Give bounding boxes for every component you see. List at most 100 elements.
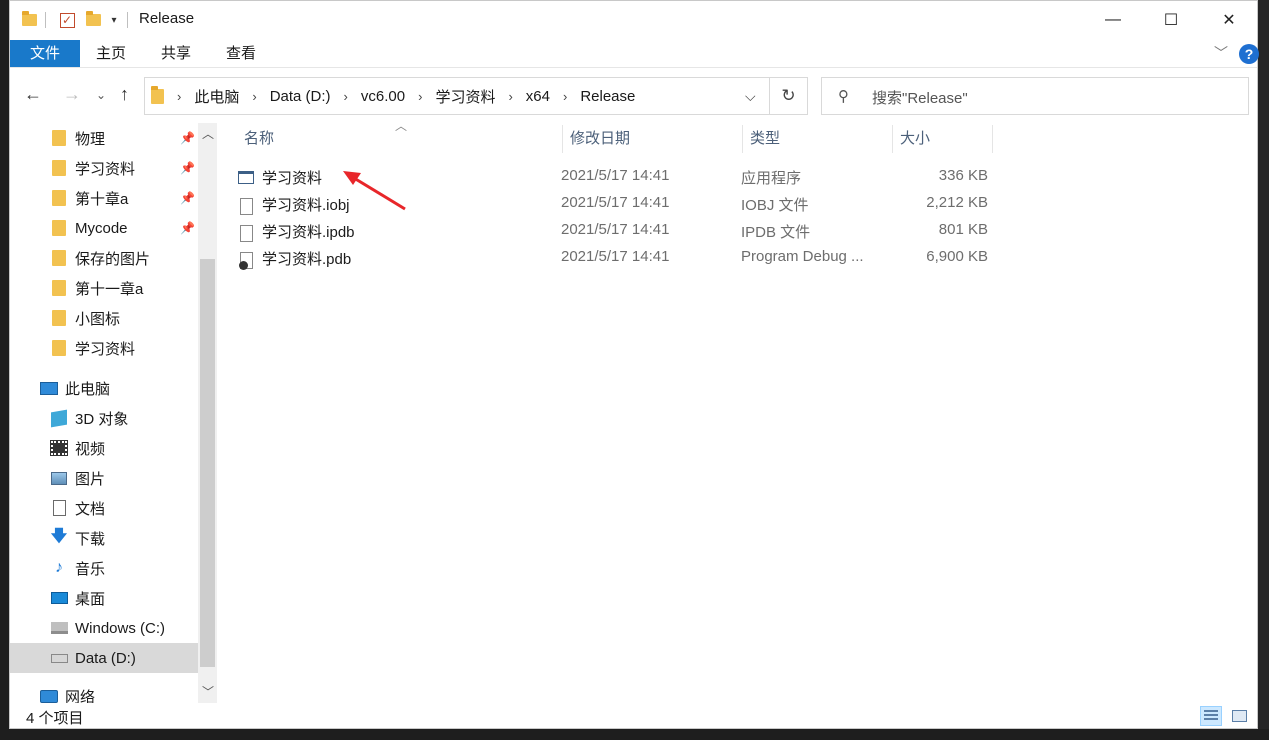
scroll-down-icon[interactable]: ﹀: [202, 683, 214, 700]
background-editor-right: [1258, 0, 1269, 740]
recent-locations-icon[interactable]: ⌄: [96, 88, 106, 102]
sort-ascending-icon: ︿: [395, 119, 408, 133]
file-explorer-window: ✓ ▾ Release — ☐ ✕ 文件 主页 共享 查看 ﹀ ? ← → ⌄ …: [9, 0, 1259, 729]
search-icon: ⚲: [838, 88, 849, 105]
forward-arrow-icon[interactable]: →: [63, 84, 81, 105]
tab-home[interactable]: 主页: [96, 40, 126, 67]
nav-item-documents[interactable]: 文档: [10, 493, 198, 523]
quick-access-dropdown-icon[interactable]: ▾: [108, 11, 120, 29]
pin-icon: 📌: [180, 131, 195, 145]
chevron-right-icon[interactable]: ›: [252, 89, 256, 104]
pdb-icon: [238, 248, 254, 270]
crumb-this-pc[interactable]: 此电脑: [194, 86, 239, 107]
pin-icon: 📌: [180, 221, 195, 235]
nav-item-study-2[interactable]: 学习资料: [10, 333, 198, 363]
crumb-release[interactable]: Release: [580, 88, 635, 105]
nav-item-small-icons[interactable]: 小图标: [10, 303, 198, 333]
address-row: ← → ⌄ ↑ › 此电脑 › Data (D:) › vc6.00 › 学习资…: [10, 67, 1257, 123]
cube-3d-icon: [50, 409, 68, 427]
crumb-data-d[interactable]: Data (D:): [270, 88, 331, 105]
tab-share[interactable]: 共享: [161, 40, 191, 67]
address-bar[interactable]: › 此电脑 › Data (D:) › vc6.00 › 学习资料 › x64 …: [144, 77, 770, 115]
nav-item-study[interactable]: 学习资料 📌: [10, 153, 198, 183]
nav-scrollbar[interactable]: ︿ ﹀: [198, 123, 217, 703]
chevron-right-icon[interactable]: ›: [563, 89, 567, 104]
ribbon-expand-icon[interactable]: ﹀: [1214, 43, 1228, 63]
folder-icon: [50, 219, 68, 237]
nav-item-drive-c[interactable]: Windows (C:): [10, 613, 198, 643]
nav-item-chapter11a[interactable]: 第十一章a: [10, 273, 198, 303]
tab-view[interactable]: 查看: [226, 40, 256, 67]
background-editor-left: [0, 0, 9, 740]
new-folder-icon[interactable]: [84, 11, 102, 29]
folder-icon: [50, 279, 68, 297]
column-header-name[interactable]: 名称: [218, 123, 274, 155]
pin-icon: 📌: [180, 191, 195, 205]
scrollbar-thumb[interactable]: [200, 259, 215, 667]
large-icons-view-icon[interactable]: [1228, 706, 1250, 726]
column-header-date[interactable]: 修改日期: [544, 123, 630, 155]
nav-item-this-pc[interactable]: 此电脑: [10, 373, 198, 403]
folder-icon: [50, 339, 68, 357]
chevron-right-icon[interactable]: ›: [177, 89, 181, 104]
nav-item-music[interactable]: ♪ 音乐: [10, 553, 198, 583]
window-title: Release: [139, 10, 195, 27]
crumb-vc600[interactable]: vc6.00: [361, 88, 405, 105]
nav-item-desktop[interactable]: 桌面: [10, 583, 198, 613]
file-icon: [238, 194, 254, 215]
film-icon: [50, 439, 68, 457]
folder-icon: [50, 249, 68, 267]
chevron-right-icon[interactable]: ›: [344, 89, 348, 104]
folder-icon: [151, 85, 164, 104]
folder-icon: [20, 11, 38, 29]
desktop-icon: [50, 589, 68, 607]
nav-item-videos[interactable]: 视频: [10, 433, 198, 463]
folder-icon: [50, 309, 68, 327]
chevron-right-icon[interactable]: ›: [508, 89, 512, 104]
nav-item-mycode[interactable]: Mycode 📌: [10, 213, 198, 243]
search-placeholder: 搜索"Release": [872, 90, 968, 107]
ribbon-tabs: 文件 主页 共享 查看 ﹀ ?: [10, 39, 1259, 67]
chevron-down-icon[interactable]: ⌵: [745, 88, 756, 105]
tab-file[interactable]: 文件: [10, 40, 80, 67]
item-count: 4 个项目: [26, 710, 84, 727]
up-arrow-icon[interactable]: ↑: [120, 84, 129, 105]
table-row[interactable]: 学习资料.ipdb 2021/5/17 14:41 IPDB 文件 801 KB: [218, 217, 992, 244]
details-view-icon[interactable]: [1200, 706, 1222, 726]
computer-icon: [40, 379, 58, 397]
close-button[interactable]: ✕: [1200, 1, 1258, 39]
crumb-x64[interactable]: x64: [526, 88, 550, 105]
windows-drive-icon: [50, 619, 68, 637]
crumb-study[interactable]: 学习资料: [435, 86, 495, 107]
breadcrumb: › 此电脑 › Data (D:) › vc6.00 › 学习资料 › x64 …: [145, 78, 635, 114]
nav-item-pictures[interactable]: 图片: [10, 463, 198, 493]
navigation-pane: 物理 📌 学习资料 📌 第十章a 📌 Mycode 📌 保存的图片 第十一章a 小图标 …: [10, 123, 218, 706]
folder-icon: [50, 159, 68, 177]
refresh-icon[interactable]: ↻: [770, 77, 808, 115]
table-row[interactable]: 学习资料.pdb 2021/5/17 14:41 Program Debug .…: [218, 244, 992, 271]
back-arrow-icon[interactable]: ←: [24, 84, 42, 105]
properties-check-icon[interactable]: ✓: [58, 11, 76, 29]
nav-item-chapter10a[interactable]: 第十章a 📌: [10, 183, 198, 213]
folder-icon: [50, 189, 68, 207]
column-header-size[interactable]: 大小: [874, 123, 930, 155]
minimize-button[interactable]: —: [1084, 1, 1142, 39]
nav-item-drive-d[interactable]: Data (D:): [10, 643, 198, 673]
nav-item-saved-pictures[interactable]: 保存的图片: [10, 243, 198, 273]
scroll-up-icon[interactable]: ︿: [202, 125, 214, 142]
document-icon: [50, 499, 68, 517]
help-icon[interactable]: ?: [1239, 44, 1259, 64]
nav-item-downloads[interactable]: 🡇 下载: [10, 523, 198, 553]
search-input[interactable]: ⚲ 搜索"Release": [821, 77, 1249, 115]
maximize-button[interactable]: ☐: [1142, 1, 1200, 39]
nav-item-physics[interactable]: 物理 📌: [10, 123, 198, 153]
exe-icon: [238, 167, 254, 185]
download-icon: 🡇: [50, 527, 68, 545]
pin-icon: 📌: [180, 161, 195, 175]
title-bar: ✓ ▾ Release — ☐ ✕: [10, 1, 1257, 39]
nav-item-3d-objects[interactable]: 3D 对象: [10, 403, 198, 433]
column-header-type[interactable]: 类型: [724, 123, 780, 155]
drive-icon: [50, 649, 68, 667]
chevron-right-icon[interactable]: ›: [418, 89, 422, 104]
red-annotation-arrow-icon: [343, 171, 406, 211]
